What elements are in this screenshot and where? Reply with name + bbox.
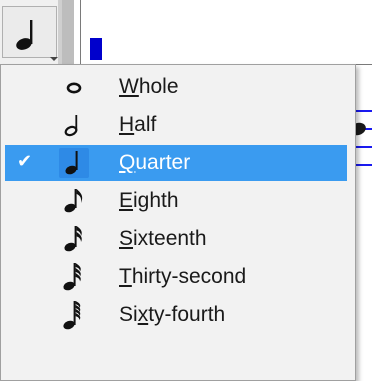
- menu-item-whole[interactable]: Whole: [5, 69, 347, 105]
- menu-item-label: Quarter: [119, 151, 191, 174]
- toolbar: [0, 0, 66, 64]
- menu-item-label: Thirty-second: [119, 265, 247, 288]
- insertion-cursor: [90, 38, 102, 60]
- toolbar-separator: [62, 0, 74, 64]
- menu-item-sixty-fourth[interactable]: Sixty-fourth: [5, 297, 347, 333]
- quarter-note-icon: [59, 148, 89, 178]
- note-duration-menu: Whole Half ✔ Quarter Eighth Sixteenth Thirty-s…: [0, 64, 356, 381]
- sixteenth-note-icon: [59, 224, 89, 254]
- menu-item-label: Half: [119, 113, 157, 136]
- menu-item-sixteenth[interactable]: Sixteenth: [5, 221, 347, 257]
- half-note-icon: [59, 110, 89, 140]
- sixty-fourth-note-icon: [59, 300, 89, 330]
- thirty-second-note-icon: [59, 262, 89, 292]
- quarter-note-icon: [16, 20, 33, 50]
- note-duration-button[interactable]: [2, 6, 58, 61]
- menu-item-label: Sixteenth: [119, 227, 207, 250]
- checkmark-icon: ✔: [17, 151, 33, 172]
- whole-note-icon: [59, 72, 89, 102]
- menu-item-label: Eighth: [119, 189, 179, 212]
- menu-item-label: Whole: [119, 75, 179, 98]
- menu-item-eighth[interactable]: Eighth: [5, 183, 347, 219]
- menu-item-label: Sixty-fourth: [119, 303, 226, 326]
- menu-item-thirty-second[interactable]: Thirty-second: [5, 259, 347, 295]
- menu-item-half[interactable]: Half: [5, 107, 347, 143]
- chevron-down-icon[interactable]: [50, 57, 58, 61]
- menu-item-quarter[interactable]: ✔ Quarter: [5, 145, 347, 181]
- app-window: Whole Half ✔ Quarter Eighth Sixteenth Thirty-s…: [0, 0, 372, 381]
- eighth-note-icon: [59, 186, 89, 216]
